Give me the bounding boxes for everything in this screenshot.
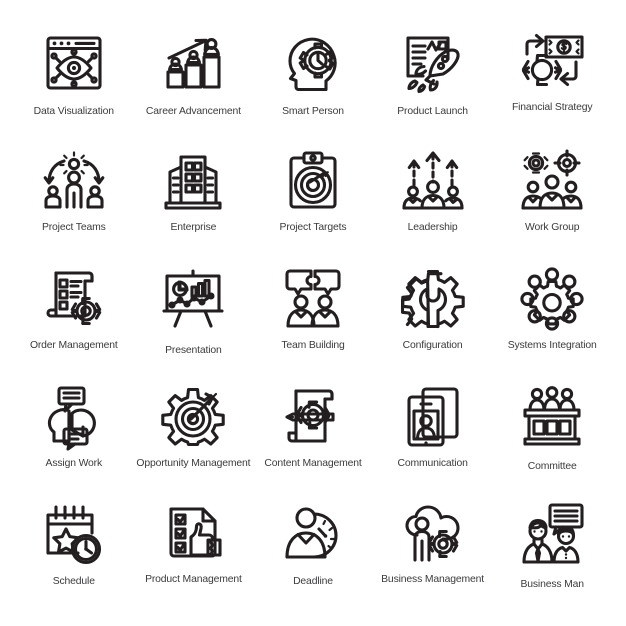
puzzle-speech-people-icon: [269, 262, 357, 336]
icon-label: Product Launch: [397, 106, 468, 117]
icon-label: Configuration: [402, 340, 463, 351]
icon-label: Committee: [527, 461, 577, 472]
icon-cell-business-management[interactable]: Business Management: [373, 498, 493, 616]
icon-label: Deadline: [293, 576, 333, 587]
icon-label: Systems Integration: [507, 340, 597, 351]
icon-label: Order Management: [29, 340, 118, 351]
businessman-woman-speech-icon: [508, 498, 596, 572]
icon-cell-financial-strategy[interactable]: Financial Strategy: [492, 26, 612, 144]
rocket-document-icon: [389, 26, 477, 100]
gear-target-dart-icon: [149, 380, 237, 454]
banknote-gear-arrows-icon: [508, 26, 596, 100]
icon-cell-leadership[interactable]: Leadership: [373, 144, 493, 262]
icon-label: Presentation: [165, 345, 222, 356]
icon-cell-product-management[interactable]: Product Management: [134, 498, 254, 616]
person-clock-icon: [269, 498, 357, 572]
office-building-icon: [149, 144, 237, 218]
browser-eye-network-icon: [30, 26, 118, 100]
icon-label: Project Teams: [41, 222, 106, 233]
easel-charts-icon: [149, 262, 237, 336]
icon-cell-career-advancement[interactable]: Career Advancement: [134, 26, 254, 144]
icon-sheet: Data Visualization Career Advancement Sm…: [0, 0, 626, 626]
icon-label: Project Targets: [279, 222, 347, 233]
icon-cell-enterprise[interactable]: Enterprise: [134, 144, 254, 262]
icon-label: Business Man: [520, 579, 584, 590]
icon-cell-content-management[interactable]: Content Management: [253, 380, 373, 498]
icon-label: Opportunity Management: [136, 458, 251, 469]
icon-label: Financial Strategy: [511, 102, 593, 113]
icon-label: Team Building: [281, 340, 345, 351]
head-gear-clock-icon: [269, 26, 357, 100]
icon-cell-presentation[interactable]: Presentation: [134, 262, 254, 380]
icon-label: Smart Person: [282, 106, 344, 117]
icon-label: Assign Work: [45, 458, 103, 469]
icon-label: Data Visualization: [33, 106, 114, 117]
icon-label: Product Management: [145, 574, 242, 585]
checklist-thumbsup-icon: [149, 498, 237, 572]
icon-label: Communication: [397, 458, 468, 469]
calendar-star-clock-icon: [30, 498, 118, 572]
icon-cell-opportunity-management[interactable]: Opportunity Management: [134, 380, 254, 498]
person-idea-arrows-team-icon: [30, 144, 118, 218]
icon-cell-schedule[interactable]: Schedule: [14, 498, 134, 616]
person-cloud-gear-icon: [389, 498, 477, 572]
two-heads-speech-bubbles-icon: [30, 380, 118, 454]
icon-label: Leadership: [407, 222, 458, 233]
icon-cell-committee[interactable]: Committee: [492, 380, 612, 498]
icon-cell-systems-integration[interactable]: Systems Integration: [492, 262, 612, 380]
icon-cell-project-targets[interactable]: Project Targets: [253, 144, 373, 262]
icon-label: Schedule: [52, 576, 95, 587]
gear-node-ring-icon: [508, 262, 596, 336]
icon-cell-assign-work[interactable]: Assign Work: [14, 380, 134, 498]
icon-cell-order-management[interactable]: Order Management: [14, 262, 134, 380]
panel-bench-people-icon: [508, 380, 596, 454]
scroll-pencil-gear-icon: [269, 380, 357, 454]
icon-label: Career Advancement: [145, 106, 241, 117]
icon-cell-team-building[interactable]: Team Building: [253, 262, 373, 380]
icon-cell-project-teams[interactable]: Project Teams: [14, 144, 134, 262]
icon-cell-business-man[interactable]: Business Man: [492, 498, 612, 616]
icon-label: Enterprise: [170, 222, 217, 233]
icon-label: Work Group: [525, 222, 580, 233]
icon-label: Content Management: [264, 458, 362, 469]
scroll-list-gear-icon: [30, 262, 118, 336]
clipboard-target-arrow-icon: [269, 144, 357, 218]
icon-cell-product-launch[interactable]: Product Launch: [373, 26, 493, 144]
people-gear-target-icon: [508, 144, 596, 218]
people-rising-arrows-icon: [389, 144, 477, 218]
icon-cell-work-group[interactable]: Work Group: [492, 144, 612, 262]
icon-cell-smart-person[interactable]: Smart Person: [253, 26, 373, 144]
icon-cell-communication[interactable]: Communication: [373, 380, 493, 498]
icon-cell-configuration[interactable]: Configuration: [373, 262, 493, 380]
ascending-bars-people-arrow-icon: [149, 26, 237, 100]
gear-wrench-icon: [389, 262, 477, 336]
icon-label: Business Management: [381, 574, 485, 585]
icon-cell-deadline[interactable]: Deadline: [253, 498, 373, 616]
icon-cell-data-visualization[interactable]: Data Visualization: [14, 26, 134, 144]
tablet-phone-contact-icon: [389, 380, 477, 454]
